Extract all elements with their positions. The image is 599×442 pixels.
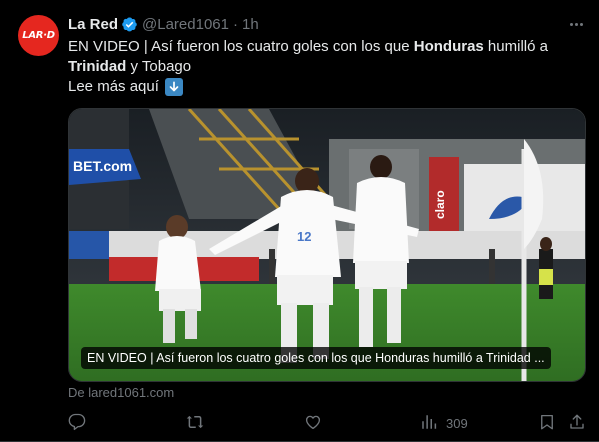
reply-button[interactable]: [68, 410, 86, 436]
down-arrow-icon: [165, 78, 184, 96]
player-number-text: 12: [297, 229, 311, 244]
link-card-image[interactable]: claro BET.com 12 EN VIDEO | Así fueron l…: [68, 108, 586, 382]
views-button[interactable]: 309: [420, 410, 468, 436]
avatar[interactable]: LAR·D: [18, 15, 59, 56]
bookmark-button[interactable]: [538, 410, 556, 436]
tweet-text-segment: y Tobago: [126, 58, 192, 75]
reply-icon: [68, 413, 86, 434]
avatar-logo-text: LAR·D: [22, 30, 55, 41]
tweet-text-segment: Lee más aquí: [68, 78, 159, 95]
analytics-icon: [420, 413, 438, 434]
claro-ad-text: claro: [433, 190, 447, 219]
tweet-text-segment: humilló a: [483, 38, 548, 55]
share-button[interactable]: [568, 410, 586, 436]
link-card-title: EN VIDEO | Así fueron los cuatro goles c…: [81, 347, 551, 369]
views-count: 309: [446, 415, 468, 431]
bookmark-icon: [538, 413, 556, 434]
separator-dot: ·: [232, 15, 238, 33]
verified-badge-icon: [121, 16, 138, 33]
post-time[interactable]: 1h: [242, 16, 259, 33]
tweet-text-bold: Trinidad: [68, 58, 127, 75]
tweet-text-segment: EN VIDEO | Así fueron los cuatro goles c…: [68, 38, 414, 55]
more-options-icon[interactable]: [564, 14, 588, 34]
tweet[interactable]: LAR·D La Red @Lared1061 · 1h EN VIDEO | …: [0, 0, 599, 442]
tweet-actions: 309: [68, 410, 588, 436]
author-name[interactable]: La Red: [68, 16, 118, 33]
share-icon: [568, 413, 586, 434]
author-handle[interactable]: @Lared1061: [142, 16, 229, 33]
stadium-photo: claro BET.com 12: [69, 109, 585, 381]
link-source[interactable]: De lared1061.com: [68, 385, 174, 400]
like-button[interactable]: [304, 410, 322, 436]
heart-icon: [304, 413, 322, 434]
repost-button[interactable]: [186, 410, 204, 436]
repost-icon: [186, 413, 204, 434]
tweet-text-bold: Honduras: [413, 38, 484, 55]
bet-banner-text: BET.com: [73, 158, 132, 174]
tweet-text: EN VIDEO | Así fueron los cuatro goles c…: [68, 37, 578, 97]
tweet-header: La Red @Lared1061 · 1h: [68, 14, 259, 34]
